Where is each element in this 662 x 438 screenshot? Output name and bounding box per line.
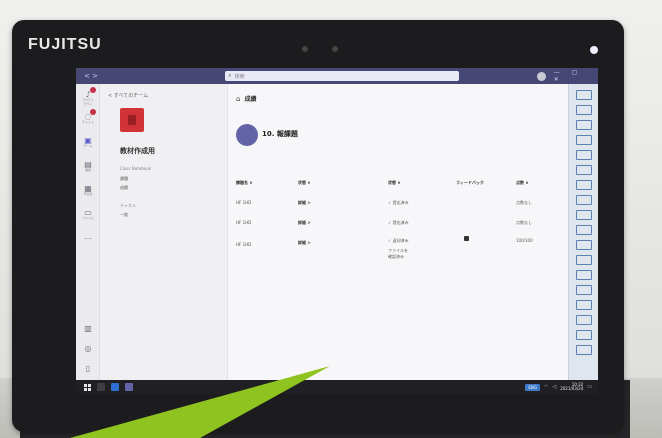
- row-name: HF 1HD: [236, 242, 252, 247]
- rail-item-chat[interactable]: ◌ チャット: [82, 109, 96, 124]
- notification-badge: [90, 109, 96, 115]
- camera-icon: [302, 46, 308, 52]
- input-language-button[interactable]: ENG: [525, 383, 540, 391]
- right-rail-button[interactable]: [576, 270, 592, 280]
- row-score[interactable]: 点数なし: [516, 200, 532, 206]
- rail-item-help[interactable]: ◎: [82, 344, 94, 356]
- device-icon: ▯: [85, 364, 91, 373]
- app-screen: < > ⌕ 検索 — ▢ ✕ ♪ アクティビティ ◌ チャット ▣ チーム ▤ …: [76, 68, 598, 394]
- sensor-icon: [332, 46, 338, 52]
- right-rail-button[interactable]: [576, 285, 592, 295]
- row-status: ✓ 返却済み: [388, 238, 409, 243]
- search-placeholder: 検索: [234, 73, 245, 80]
- column-header-detail[interactable]: 状態 ∨: [298, 180, 311, 186]
- sidebar-item-general[interactable]: 一般: [120, 212, 128, 218]
- section-title: 成績: [244, 96, 257, 103]
- right-rail-button[interactable]: [576, 105, 592, 115]
- row-name: HF 1HD: [236, 220, 252, 225]
- rail-item-apps[interactable]: ▥: [82, 324, 94, 336]
- home-icon: ⌂: [236, 94, 241, 103]
- right-rail-button[interactable]: [576, 240, 592, 250]
- right-rail-button[interactable]: [576, 120, 592, 130]
- right-rail-button[interactable]: [576, 90, 592, 100]
- team-sidebar: < すべてのチーム 教材作成用 Class Notebook 課題 成績 チャネ…: [100, 84, 228, 380]
- sidebar-item-assignments[interactable]: 課題: [120, 176, 128, 182]
- nav-arrows[interactable]: < >: [84, 72, 113, 80]
- clock[interactable]: 10:32 2021/03/24: [560, 383, 583, 391]
- rail-item-calendar[interactable]: ▦ 予定表: [82, 184, 94, 196]
- right-rail-button[interactable]: [576, 225, 592, 235]
- window-controls[interactable]: — ▢ ✕: [554, 69, 598, 83]
- notification-badge: [90, 87, 96, 93]
- rail-item-assignments[interactable]: ▤ 課題: [82, 160, 94, 172]
- column-header-score[interactable]: 点数 ∨: [516, 180, 529, 186]
- assignment-avatar: [236, 124, 258, 146]
- search-input[interactable]: ⌕ 検索: [225, 71, 459, 81]
- system-tray: ENG ◠ ◁ 10:32 2021/03/24 ▭: [525, 383, 592, 391]
- right-rail-button[interactable]: [576, 135, 592, 145]
- row-name: HF 1HD: [236, 200, 252, 205]
- device-brand-logo: FUJITSU: [28, 36, 102, 53]
- apps-icon: ▥: [84, 324, 92, 333]
- title-bar: < > ⌕ 検索 — ▢ ✕: [76, 68, 598, 84]
- rail-item-activity[interactable]: ♪ アクティビティ: [82, 87, 96, 106]
- row-status: ✓ 提出済み: [388, 200, 409, 205]
- right-rail-button[interactable]: [576, 300, 592, 310]
- volume-icon[interactable]: ◁: [552, 384, 556, 390]
- task-view-icon[interactable]: [97, 383, 105, 391]
- row-detail-link[interactable]: 詳細 >: [298, 220, 311, 226]
- team-avatar: [120, 108, 144, 132]
- teams-taskbar-icon[interactable]: [125, 383, 133, 391]
- row-note-2: 確認済み: [388, 254, 404, 259]
- section-header: ⌂ 成績: [236, 94, 257, 104]
- taskbar: ENG ◠ ◁ 10:32 2021/03/24 ▭: [76, 380, 598, 394]
- right-rail-button[interactable]: [576, 330, 592, 340]
- right-rail-button[interactable]: [576, 180, 592, 190]
- rail-item-more[interactable]: …: [82, 232, 94, 244]
- right-rail-button[interactable]: [576, 210, 592, 220]
- more-icon: …: [84, 232, 92, 241]
- rail-item-teams[interactable]: ▣ チーム: [82, 136, 94, 148]
- column-header-feedback[interactable]: フィードバック: [456, 180, 484, 186]
- rail-item-files[interactable]: ▭ ファイル: [82, 208, 94, 220]
- team-name: 教材作成用: [120, 147, 155, 155]
- main-panel: ⌂ 成績 10. 報課題 課題名 ∨ 状態 ∨ 状態 ∨ フィードバック 点数 …: [228, 84, 568, 380]
- row-score[interactable]: 点数なし: [516, 220, 532, 226]
- column-header-name[interactable]: 課題名 ∨: [236, 180, 253, 186]
- row-score[interactable]: 100/100: [516, 238, 533, 243]
- power-led-icon: [590, 46, 598, 54]
- right-rail-button[interactable]: [576, 165, 592, 175]
- right-rail-button[interactable]: [576, 150, 592, 160]
- right-rail-button[interactable]: [576, 255, 592, 265]
- right-rail-button[interactable]: [576, 315, 592, 325]
- wifi-icon[interactable]: ◠: [544, 384, 548, 390]
- row-detail-link[interactable]: 詳細 >: [298, 240, 311, 246]
- right-rail-toolbar: [568, 84, 598, 380]
- help-icon: ◎: [84, 344, 92, 353]
- right-rail-button[interactable]: [576, 345, 592, 355]
- assignment-title: 10. 報課題: [262, 130, 298, 138]
- avatar[interactable]: [536, 71, 546, 81]
- feedback-icon[interactable]: [464, 236, 469, 241]
- sidebar-item-grades[interactable]: 成績: [120, 185, 128, 191]
- windows-start-icon[interactable]: [84, 383, 91, 391]
- search-icon: ⌕: [228, 72, 232, 79]
- column-header-status[interactable]: 状態 ∨: [388, 180, 401, 186]
- notifications-icon[interactable]: ▭: [587, 384, 592, 390]
- back-to-teams-link[interactable]: < すべてのチーム: [108, 92, 148, 99]
- row-status: ✓ 提出済み: [388, 220, 409, 225]
- edge-icon[interactable]: [111, 383, 119, 391]
- sidebar-channels-header: チャネル: [120, 203, 136, 208]
- app-rail: ♪ アクティビティ ◌ チャット ▣ チーム ▤ 課題 ▦ 予定表 ▭ ファイル…: [76, 84, 100, 380]
- team-avatar-icon: [128, 115, 136, 125]
- sidebar-item-class-notebook[interactable]: Class Notebook: [120, 166, 151, 171]
- right-rail-button[interactable]: [576, 195, 592, 205]
- rail-item-device[interactable]: ▯: [82, 364, 94, 376]
- row-detail-link[interactable]: 詳細 >: [298, 200, 311, 206]
- tablet-device: FUJITSU < > ⌕ 検索 — ▢ ✕ ♪ アクティビティ ◌ チャット: [12, 20, 624, 432]
